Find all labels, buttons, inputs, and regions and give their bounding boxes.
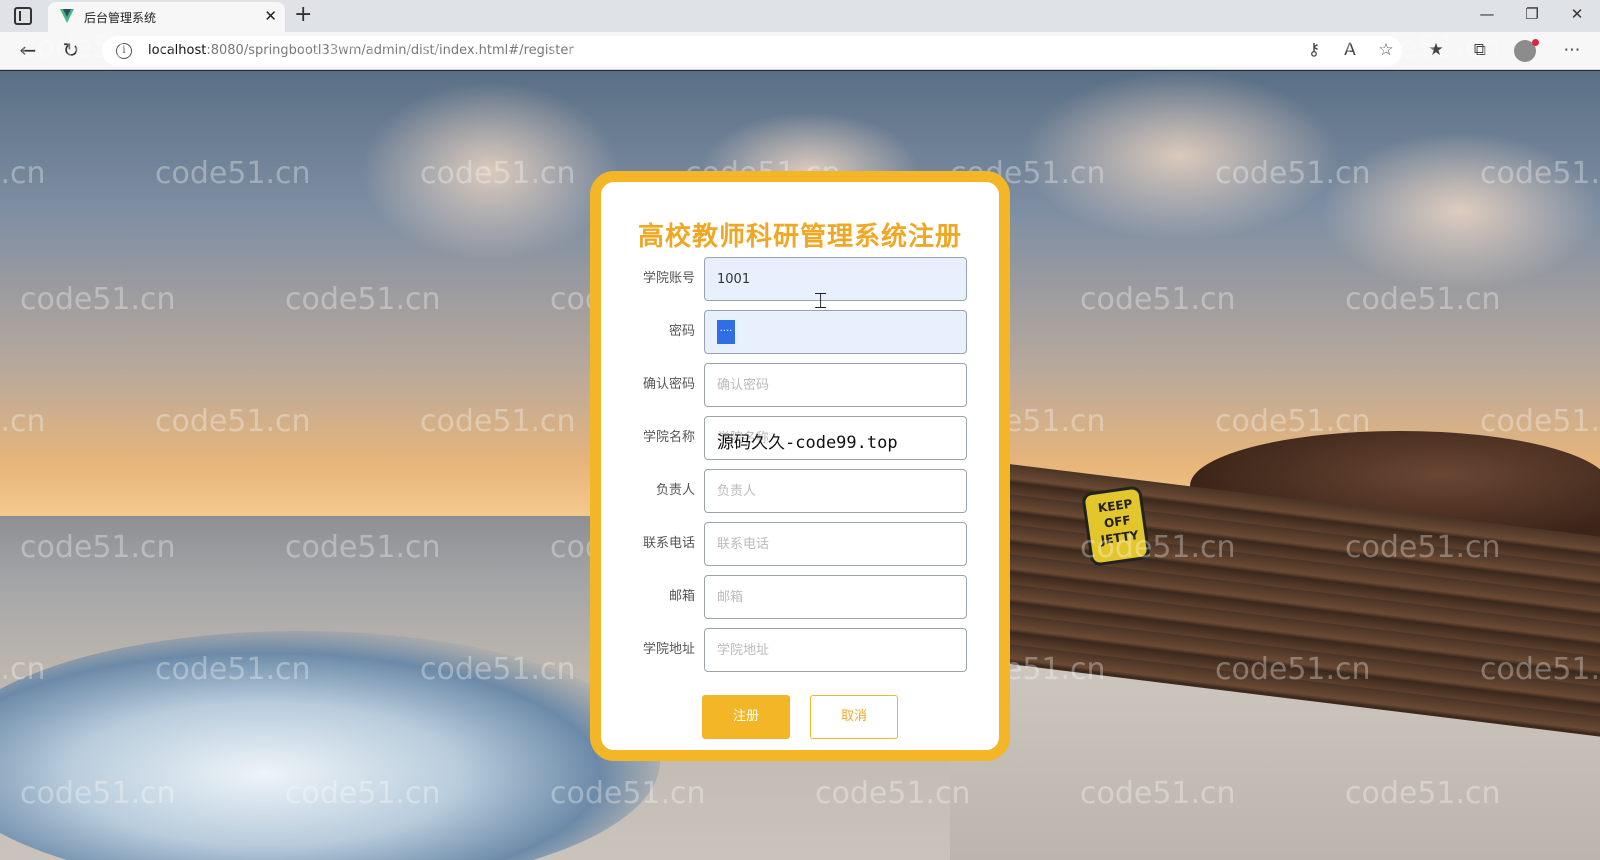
watermark-text: code51.cn [1345,282,1501,317]
confirm-password-label: 确认密码 [642,377,695,392]
account-label: 学院账号 [642,271,695,286]
browser-tab-bar: 后台管理系统 ✕ + — ❐ ✕ [0,0,1600,32]
minimize-icon[interactable]: — [1472,5,1502,23]
watermark-text: code51.cn [155,156,311,191]
sidebar-toggle-icon[interactable] [14,7,32,25]
form-row-account: 学院账号 [601,257,999,301]
watermark-text: code51.cn [1480,156,1600,191]
new-tab-button[interactable]: + [294,3,312,27]
watermark-text: code51.cn [20,776,176,811]
form-row-college-name: 学院名称 源码久久-code99.top [601,416,999,460]
watermark-text: code51.cn [1080,30,1236,65]
account-input[interactable] [704,257,967,301]
address-input[interactable] [704,628,967,672]
window-close-icon[interactable]: ✕ [1562,5,1592,23]
watermark-text: code51.cn [285,282,441,317]
watermark-text: code51.cn [1345,776,1501,811]
form-row-password: 密码 ···· [601,310,999,354]
manager-label: 负责人 [655,483,695,498]
cancel-button[interactable]: 取消 [810,695,898,739]
tab-title: 后台管理系统 [84,11,157,25]
register-button[interactable]: 注册 [702,695,790,739]
browser-tab[interactable]: 后台管理系统 ✕ [48,2,285,32]
more-menu-icon[interactable]: ⋯ [1559,38,1585,62]
restore-icon[interactable]: ❐ [1517,5,1547,23]
form-row-confirm-password: 确认密码 [601,363,999,407]
watermark-text: code51.cn [285,30,441,65]
watermark-text: code51.cn [550,30,706,65]
watermark-text: code51.cn [285,530,441,565]
watermark-text: code51.cn [1480,404,1600,439]
watermark-text: code51.cn [1080,530,1236,565]
watermark-text: code51.cn [1215,652,1371,687]
watermark-text: code51.cn [1480,652,1600,687]
page-title: 高校教师科研管理系统注册 [637,222,962,252]
cloud [1320,131,1600,291]
watermark-text: code51.cn [20,530,176,565]
form-row-email: 邮箱 [601,575,999,619]
watermark-text: code51.cn [550,776,706,811]
email-input[interactable] [704,575,967,619]
phone-input[interactable] [704,522,967,566]
watermark-text: code51.cn [1345,530,1501,565]
address-label: 学院地址 [642,642,695,657]
phone-label: 联系电话 [642,536,695,551]
watermark-text: code51.cn [420,156,576,191]
watermark-text: code51.cn [155,404,311,439]
watermark-text: code51.cn [1080,282,1236,317]
watermark-text: code51.cn [20,282,176,317]
watermark-text: code51.cn [1215,156,1371,191]
confirm-password-input[interactable] [704,363,967,407]
email-label: 邮箱 [668,589,695,604]
watermark-text: code51.cn [1345,30,1501,65]
college-name-label: 学院名称 [642,430,695,445]
vue-favicon-icon [60,9,74,23]
password-label: 密码 [668,324,695,339]
form-row-address: 学院地址 [601,628,999,672]
watermark-text: code51.cn [20,30,176,65]
watermark-text: code51.cn [420,404,576,439]
form-row-manager: 负责人 [601,469,999,513]
watermark-text: code51.cn [1080,776,1236,811]
password-input[interactable] [704,310,967,354]
watermark-text: code51.cn [155,652,311,687]
college-name-input[interactable] [704,416,967,460]
watermark-text: code51.cn [0,652,46,687]
register-card: 高校教师科研管理系统注册 学院账号 密码 ···· 确认密码 学院名称 源码久久… [590,171,1010,761]
profile-avatar[interactable] [1514,39,1539,62]
watermark-text: code51.cn [420,652,576,687]
watermark-text: code51.cn [815,30,971,65]
form-row-phone: 联系电话 [601,522,999,566]
watermark-text: code51.cn [285,776,441,811]
tab-close-icon[interactable]: ✕ [264,7,277,25]
watermark-text: code51.cn [815,776,971,811]
watermark-text: code51.cn [0,404,46,439]
watermark-text: code51.cn [0,156,46,191]
watermark-text: code51.cn [1215,404,1371,439]
key-icon[interactable]: ⚷ [1301,38,1327,62]
manager-input[interactable] [704,469,967,513]
